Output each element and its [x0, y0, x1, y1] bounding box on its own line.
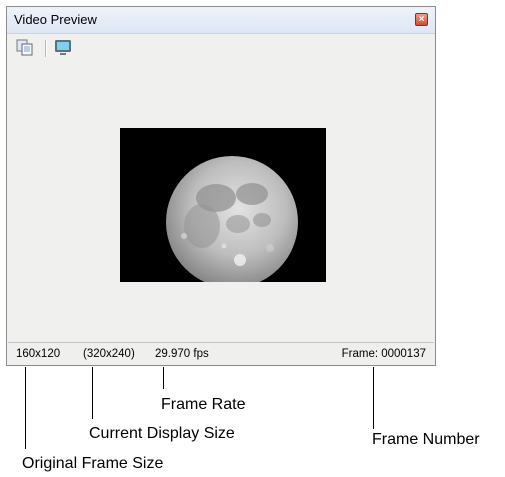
original-frame-size-text: 160x120: [16, 348, 61, 360]
frame-rate-leader: [163, 367, 164, 389]
frame-number-text: Frame: 0000137: [341, 348, 426, 360]
panel-title: Video Preview: [14, 12, 97, 27]
video-preview-frame: [120, 128, 326, 288]
frame-number-callout: Frame Number: [372, 431, 480, 448]
frame-number-leader: [373, 367, 374, 429]
original-frame-size-callout: Original Frame Size: [22, 455, 164, 472]
toolbar-separator: [45, 40, 47, 57]
external-monitor-icon: [55, 40, 71, 55]
moon-image: [120, 128, 326, 288]
copy-frame-icon: [16, 39, 33, 56]
frame-rate-callout: Frame Rate: [161, 396, 246, 413]
external-monitor-button[interactable]: [53, 38, 73, 58]
current-display-size-callout: Current Display Size: [89, 425, 235, 442]
preview-toolbar: [7, 34, 435, 62]
close-button[interactable]: ×: [415, 13, 428, 26]
display-size-text: (320x240): [83, 348, 135, 360]
title-bar: Video Preview ×: [7, 7, 435, 34]
original-frame-size-leader: [25, 367, 26, 449]
display-size-leader: [92, 367, 93, 419]
close-icon: ×: [418, 14, 425, 25]
video-preview-panel: Video Preview × 160x120 (320x240) 29.970…: [6, 6, 436, 366]
copy-frame-button[interactable]: [15, 38, 35, 58]
status-bar: 160x120 (320x240) 29.970 fps Frame: 0000…: [8, 342, 434, 365]
frame-rate-text: 29.970 fps: [155, 348, 209, 360]
